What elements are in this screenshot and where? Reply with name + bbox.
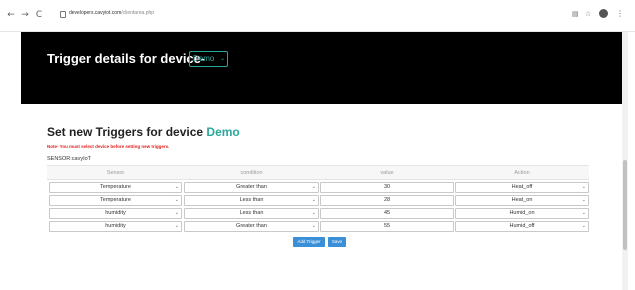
device-select-value: Demo [193,54,215,63]
sensor-select-value: humidity [105,223,126,229]
warning-note: Note- You must select device before sett… [47,144,170,149]
condition-select-value: Less than [239,197,264,203]
header-condition: condition [240,170,263,176]
sensor-select[interactable]: humidity ⌄ [49,221,182,232]
translate-icon[interactable]: ▤ [572,10,579,18]
table-header: Sensor condition value Action [47,165,589,180]
chevron-down-icon: ⌄ [174,210,179,216]
value-input-text: 30 [383,184,391,190]
table-row: humidity ⌄ Less than ⌄ 45 Humid_on ⌄ [47,207,589,220]
menu-icon[interactable]: ⋮ [616,9,624,18]
condition-select[interactable]: Less than ⌄ [184,208,319,219]
chevron-down-icon: ⌄ [581,184,586,190]
action-select-value: Humid_off [509,223,535,229]
value-input[interactable]: 28 [320,195,454,206]
condition-select[interactable]: Greater than ⌄ [184,182,319,193]
url-path: /clientarea.php [121,10,155,16]
url-text: developers.cavyiot.com/clientarea.php [69,10,154,16]
header-value: value [380,170,394,176]
section-title-prefix: Set new Triggers for device [47,125,204,139]
url-host: developers.cavyiot.com [69,10,122,16]
chevron-down-icon: ⌄ [311,197,316,203]
table-row: Temperature ⌄ Less than ⌄ 28 Heat_on ⌄ [47,194,589,207]
chevron-down-icon: ⌄ [581,197,586,203]
sensor-label: SENSOR:cavyIoT [47,156,92,162]
lock-icon [60,11,66,18]
reload-icon[interactable]: C [34,10,44,20]
page-header: Trigger details for device- Demo ⌄ [21,32,622,104]
action-select-value: Heat_on [511,197,533,203]
chevron-down-icon: ⌄ [311,223,316,229]
header-title: Trigger details for device- [47,51,206,66]
condition-select[interactable]: Less than ⌄ [184,195,319,206]
sensor-select[interactable]: humidity ⌄ [49,208,182,219]
sensor-select[interactable]: Temperature ⌄ [49,182,182,193]
chevron-down-icon: ⌄ [174,197,179,203]
back-icon[interactable]: ← [6,10,16,20]
table-row: Temperature ⌄ Greater than ⌄ 30 Heat_off ⌄ [47,181,589,194]
device-select[interactable]: Demo ⌄ [189,51,228,67]
action-select[interactable]: Humid_on ⌄ [455,208,589,219]
section-title: Set new Triggers for device Demo [47,125,240,139]
chevron-down-icon: ⌄ [174,184,179,190]
condition-select-value: Greater than [236,223,267,229]
header-sensor: Sensor [106,170,125,176]
scrollbar-thumb[interactable] [623,160,627,250]
star-icon[interactable]: ☆ [585,10,591,18]
chevron-down-icon: ⌄ [581,223,586,229]
table-row: humidity ⌄ Greater than ⌄ 55 Humid_off ⌄ [47,220,589,233]
condition-select-value: Greater than [236,184,267,190]
address-bar[interactable]: developers.cavyiot.com/clientarea.php [56,7,566,23]
chevron-down-icon: ⌄ [311,210,316,216]
profile-avatar[interactable] [599,9,608,18]
sensor-select-value: humidity [105,210,126,216]
chevron-down-icon: ⌄ [219,56,225,62]
save-button[interactable]: Save [328,237,346,247]
chevron-down-icon: ⌄ [311,184,316,190]
chevron-down-icon: ⌄ [174,223,179,229]
value-input[interactable]: 55 [320,221,454,232]
chevron-down-icon: ⌄ [581,210,586,216]
forward-icon[interactable]: → [20,10,30,20]
section-title-device: Demo [206,125,240,139]
add-trigger-button[interactable]: Add Trigger [293,237,325,247]
action-select[interactable]: Humid_off ⌄ [455,221,589,232]
action-select[interactable]: Heat_off ⌄ [455,182,589,193]
browser-toolbar: ← → C developers.cavyiot.com/clientarea.… [0,0,635,32]
value-input-text: 45 [383,210,391,216]
value-input-text: 55 [383,223,391,229]
action-select-value: Heat_off [511,184,533,190]
action-select[interactable]: Heat_on ⌄ [455,195,589,206]
condition-select-value: Less than [239,210,264,216]
value-input[interactable]: 30 [320,182,454,193]
condition-select[interactable]: Greater than ⌄ [184,221,319,232]
header-action: Action [514,170,530,176]
sensor-select-value: Temperature [100,184,131,190]
value-input-text: 28 [383,197,391,203]
sensor-select[interactable]: Temperature ⌄ [49,195,182,206]
sensor-select-value: Temperature [100,197,131,203]
action-select-value: Humid_on [509,210,535,216]
value-input[interactable]: 45 [320,208,454,219]
